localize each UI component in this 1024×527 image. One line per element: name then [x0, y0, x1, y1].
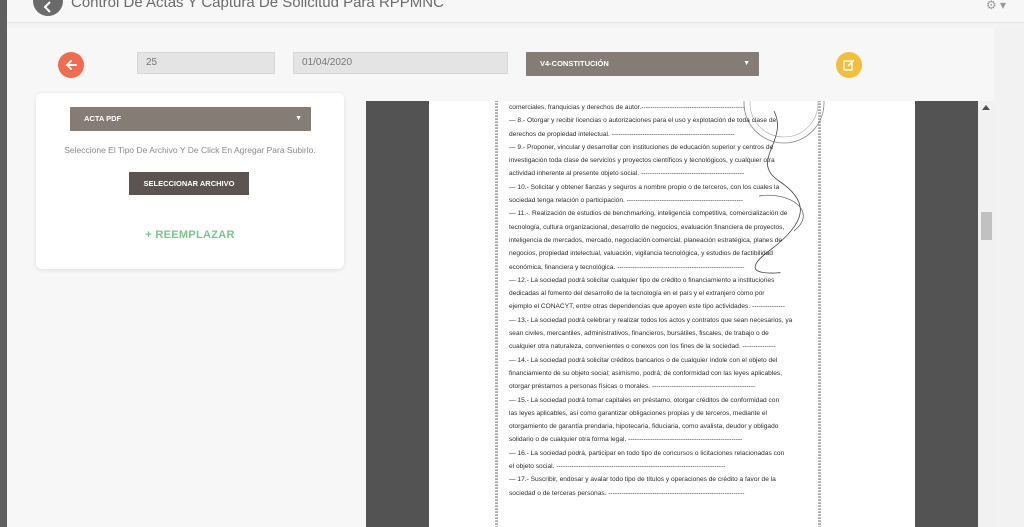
edit-icon: [843, 59, 855, 71]
caret-down-icon: ▼: [743, 60, 750, 67]
viewer-scrollbar[interactable]: [978, 101, 994, 527]
app-title: Control De Actas Y Captura De Solicitud …: [71, 0, 444, 11]
doc-line: sean civiles, mercantiles, administrativ…: [509, 330, 769, 338]
upload-card: ACTA PDF ▼ Seleccione El Tipo De Archivo…: [36, 93, 344, 269]
scroll-up-icon[interactable]: [982, 105, 990, 110]
doc-line: — 17.- Suscribir, endosar y avalar todo …: [509, 476, 776, 484]
doc-line: sociedad o de terceras personas. -------…: [509, 489, 745, 497]
pdf-viewer[interactable]: comerciales, franquicias y derechos de a…: [366, 101, 978, 527]
date-field[interactable]: 01/04/2020: [293, 52, 508, 74]
file-type-select[interactable]: ACTA PDF ▼: [70, 107, 311, 131]
doc-line: dedicadas al fomento del desarrollo de l…: [509, 290, 765, 298]
caret-down-icon: ▼: [295, 115, 302, 122]
gear-icon[interactable]: ⚙ ▾: [986, 0, 1006, 12]
doc-line: comerciales, franquicias y derechos de a…: [509, 104, 745, 111]
nav-back-button[interactable]: [33, 0, 63, 16]
number-field[interactable]: 25: [137, 52, 275, 74]
doc-line: — 12.- La sociedad podrá solicitar cualq…: [509, 276, 775, 284]
doc-line: — 16.- La sociedad podrá, participar en …: [509, 449, 785, 457]
doc-line: tecnología, cultura organizacional, desa…: [509, 223, 785, 231]
right-margin: [994, 28, 1024, 527]
doc-line: — 14.- La sociedad podrá solicitar crédi…: [509, 356, 778, 364]
arrow-left-icon: [65, 60, 77, 70]
doc-line: sociedad tenga relación o participación.…: [509, 197, 744, 205]
doc-line: otorgamiento de garantía prendaria, hipo…: [509, 423, 779, 431]
pdf-page: comerciales, franquicias y derechos de a…: [429, 101, 915, 527]
doc-line: económica, financiera y tecnológica. ---…: [509, 263, 745, 271]
edit-button[interactable]: [836, 52, 862, 78]
left-edge-bar: [0, 0, 7, 527]
doc-line: — 10.- Solicitar y obtener fianzas y seg…: [509, 183, 780, 191]
doc-line: investigación toda clase de servicios y …: [509, 157, 775, 165]
upload-hint: Seleccione El Tipo De Archivo Y De Click…: [64, 145, 316, 155]
doc-line: cualquier otra naturaleza, convenientes …: [509, 343, 776, 351]
doc-line: el objeto social. ----------------------…: [509, 463, 726, 471]
doc-line: derechos de propiedad intelectual. -----…: [509, 130, 735, 138]
act-type-selected: V4-CONSTITUCIÓN: [540, 59, 609, 68]
act-type-select[interactable]: V4-CONSTITUCIÓN ▼: [526, 52, 759, 76]
doc-line: — 8.- Otorgar y recibir licencias o auto…: [509, 117, 777, 125]
doc-line: inteligencia de mercados, mercado, negoc…: [509, 236, 783, 244]
doc-line: — 11.-. Realización de estudios de bench…: [509, 210, 788, 218]
select-file-button[interactable]: SELECCIONAR ARCHIVO: [129, 172, 249, 195]
top-bar: Control De Actas Y Captura De Solicitud …: [7, 0, 1024, 23]
scroll-thumb[interactable]: [981, 212, 992, 240]
doc-line: las leyes aplicables, así como garantiza…: [509, 409, 768, 417]
replace-button[interactable]: + REEMPLAZAR: [36, 229, 344, 241]
doc-line: solidario o de cualquier otra forma lega…: [509, 436, 743, 444]
doc-line: — 13.- La sociedad podrá celebrar y real…: [509, 316, 793, 324]
document-text: comerciales, franquicias y derechos de a…: [509, 101, 814, 500]
doc-line: actividad inherente al presente objeto s…: [509, 170, 745, 178]
doc-line: financiamiento de su objeto social; asim…: [509, 369, 783, 377]
doc-line: otorgar préstamos a personas físicas o m…: [509, 383, 756, 391]
chevron-left-icon: [43, 1, 51, 13]
doc-line: — 9.- Proponer, vincular y desarrollar c…: [509, 143, 774, 151]
back-button[interactable]: [58, 52, 84, 78]
file-type-selected: ACTA PDF: [84, 114, 122, 123]
doc-line: — 15.- La sociedad podrá tomar capitales…: [509, 396, 780, 404]
doc-line: ejemplo el CONACYT, entre otras dependen…: [509, 303, 785, 311]
doc-line: negocios, propiedad intelectual, valuaci…: [509, 250, 773, 258]
